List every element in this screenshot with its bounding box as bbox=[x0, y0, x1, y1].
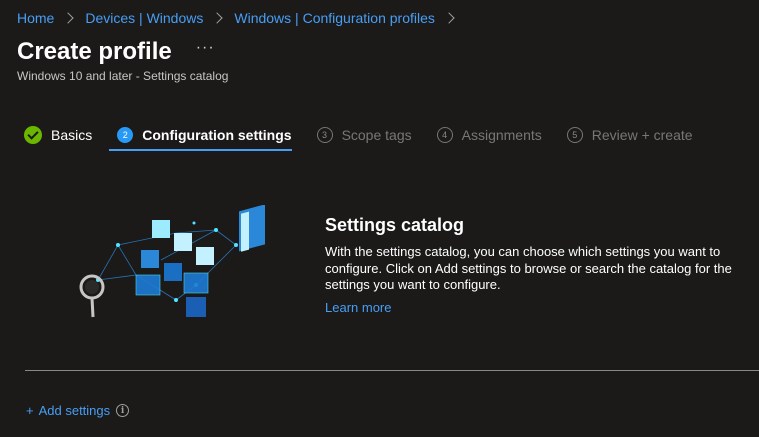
breadcrumb-home[interactable]: Home bbox=[17, 10, 54, 26]
step-label: Review + create bbox=[591, 127, 693, 143]
breadcrumb-devices-windows[interactable]: Devices | Windows bbox=[85, 10, 203, 26]
chevron-right-icon bbox=[211, 12, 224, 24]
step-label: Basics bbox=[51, 127, 93, 143]
settings-catalog-illustration bbox=[79, 205, 265, 318]
chevron-right-icon bbox=[443, 12, 455, 24]
step-label: Assignments bbox=[461, 127, 542, 143]
settings-catalog-info: Settings catalog With the settings catal… bbox=[325, 215, 745, 315]
page-title: Create profile bbox=[17, 38, 172, 65]
check-circle-icon bbox=[24, 126, 42, 144]
step-number: 3 bbox=[316, 127, 333, 143]
divider bbox=[25, 370, 759, 371]
step-label: Scope tags bbox=[341, 127, 412, 143]
learn-more-link[interactable]: Learn more bbox=[325, 300, 745, 315]
step-number: 4 bbox=[436, 127, 453, 143]
catalog-title: Settings catalog bbox=[325, 215, 465, 235]
step-number: 5 bbox=[566, 127, 583, 143]
breadcrumb: Home Devices | Windows Windows | Configu… bbox=[17, 10, 466, 26]
breadcrumb-configuration-profiles[interactable]: Windows | Configuration profiles bbox=[234, 10, 435, 26]
step-scope-tags[interactable]: 3 Scope tags bbox=[316, 123, 412, 147]
step-number: 2 bbox=[117, 127, 134, 143]
step-review-create[interactable]: 5 Review + create bbox=[566, 123, 693, 147]
catalog-description: With the settings catalog, you can choos… bbox=[325, 244, 732, 292]
add-settings-label: Add settings bbox=[38, 403, 111, 418]
step-configuration-settings[interactable]: 2 Configuration settings bbox=[109, 123, 292, 151]
plus-icon: + bbox=[26, 403, 34, 418]
title-row: Create profile ··· bbox=[17, 38, 215, 66]
chevron-right-icon bbox=[62, 12, 75, 24]
info-icon[interactable]: i bbox=[116, 404, 130, 417]
page: Home Devices | Windows Windows | Configu… bbox=[0, 0, 759, 437]
more-ellipsis-icon[interactable]: ··· bbox=[196, 39, 215, 57]
add-settings-link[interactable]: + Add settings i bbox=[26, 403, 130, 418]
step-label: Configuration settings bbox=[142, 127, 292, 143]
step-assignments[interactable]: 4 Assignments bbox=[436, 123, 542, 147]
wizard-steps: Basics 2 Configuration settings 3 Scope … bbox=[24, 121, 693, 151]
step-basics[interactable]: Basics bbox=[24, 123, 92, 147]
page-subtitle: Windows 10 and later - Settings catalog bbox=[17, 69, 229, 83]
